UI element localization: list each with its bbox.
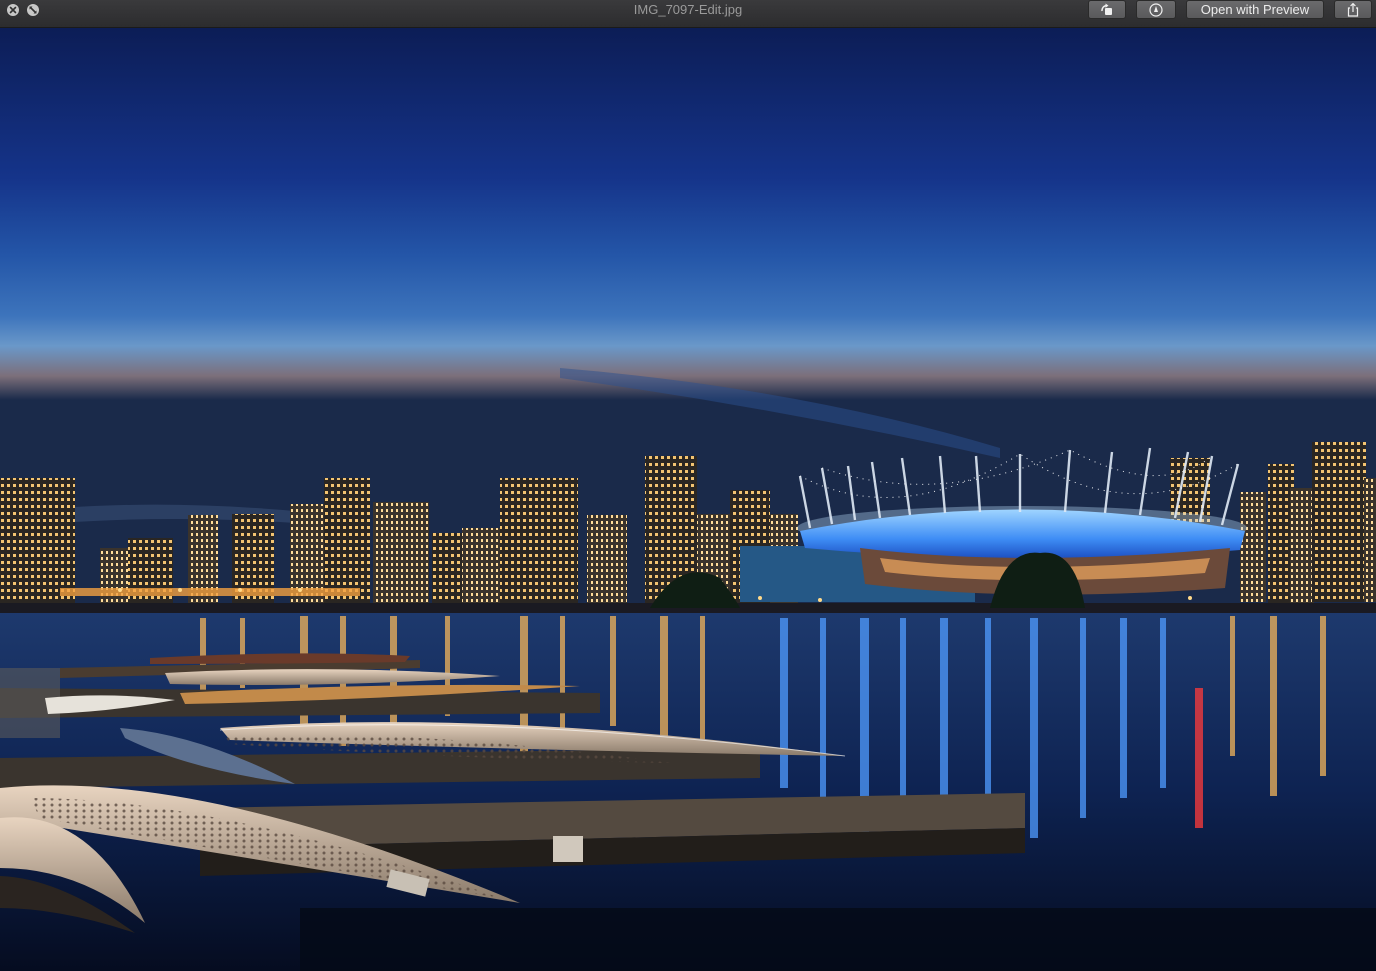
open-with-preview-label: Open with Preview	[1200, 2, 1310, 17]
quicklook-window: IMG_7097-Edit.jpg Open with Preview	[0, 0, 1376, 971]
share-button[interactable]	[1334, 0, 1372, 19]
markup-pen-icon	[1149, 2, 1163, 17]
title-bar: IMG_7097-Edit.jpg Open with Preview	[0, 0, 1376, 28]
rotate-left-icon	[1101, 3, 1112, 15]
share-icon	[1347, 2, 1359, 17]
markup-button[interactable]	[1136, 0, 1176, 19]
photo-vancouver-skyline-night	[0, 28, 1376, 971]
open-with-preview-button[interactable]: Open with Preview	[1186, 0, 1324, 19]
rotate-button[interactable]	[1088, 0, 1126, 19]
